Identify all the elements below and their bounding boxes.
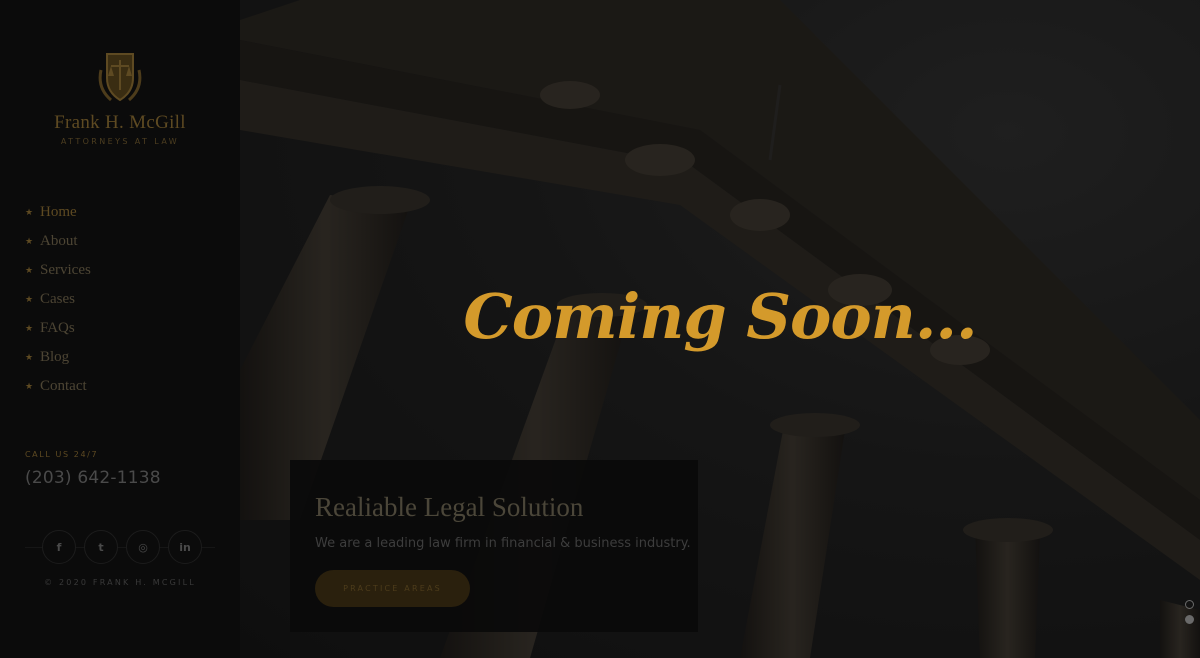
phone-number[interactable]: (203) 642-1138 [25, 468, 161, 488]
star-icon: ★ [25, 207, 34, 217]
nav-item-about[interactable]: ★ About [25, 227, 91, 256]
nav-item-label: Cases [40, 291, 75, 307]
nav-item-faqs[interactable]: ★ FAQs [25, 314, 91, 343]
main-nav: ★ Home ★ About ★ Services ★ Cases ★ FAQs… [25, 198, 91, 401]
slider-dot[interactable] [1185, 600, 1194, 609]
nav-item-services[interactable]: ★ Services [25, 256, 91, 285]
shield-scales-icon [98, 53, 142, 102]
nav-item-label: About [40, 233, 78, 249]
brand-tagline: ATTORNEYS AT LAW [60, 137, 180, 146]
instagram-icon[interactable]: ◎ [126, 530, 160, 564]
slider-dot[interactable] [1185, 615, 1194, 624]
star-icon: ★ [25, 294, 34, 304]
star-icon: ★ [25, 323, 34, 333]
nav-item-cases[interactable]: ★ Cases [25, 285, 91, 314]
call-label: CALL US 24/7 [25, 450, 99, 459]
nav-item-label: Services [40, 262, 91, 278]
nav-item-blog[interactable]: ★ Blog [25, 343, 91, 372]
facebook-icon[interactable]: f [42, 530, 76, 564]
nav-item-label: Blog [40, 349, 70, 365]
card-text: We are a leading law firm in financial &… [315, 536, 691, 551]
practice-areas-button[interactable]: PRACTICE AREAS [315, 570, 470, 607]
nav-item-label: Contact [40, 378, 87, 394]
hero: Coming Soon... Realiable Legal Solution … [240, 0, 1200, 658]
nav-item-contact[interactable]: ★ Contact [25, 372, 91, 401]
star-icon: ★ [25, 381, 34, 391]
coming-soon-headline: Coming Soon... [463, 280, 977, 353]
nav-item-label: Home [40, 204, 77, 220]
twitter-icon[interactable]: t [84, 530, 118, 564]
card-title: Realiable Legal Solution [315, 492, 584, 522]
star-icon: ★ [25, 352, 34, 362]
hero-card: Realiable Legal Solution We are a leadin… [290, 460, 698, 632]
nav-item-home[interactable]: ★ Home [25, 198, 91, 227]
star-icon: ★ [25, 236, 34, 246]
logo[interactable]: Frank H. McGill ATTORNEYS AT LAW [0, 48, 240, 146]
nav-item-label: FAQs [40, 320, 75, 336]
brand-name: Frank H. McGill [54, 112, 186, 133]
star-icon: ★ [25, 265, 34, 275]
slider-dots [1185, 600, 1194, 630]
linkedin-icon[interactable]: in [168, 530, 202, 564]
social-links: f t ◎ in [42, 530, 202, 564]
sidebar: Frank H. McGill ATTORNEYS AT LAW ★ Home … [0, 0, 240, 658]
copyright: © 2020 FRANK H. MCGILL [44, 578, 196, 587]
